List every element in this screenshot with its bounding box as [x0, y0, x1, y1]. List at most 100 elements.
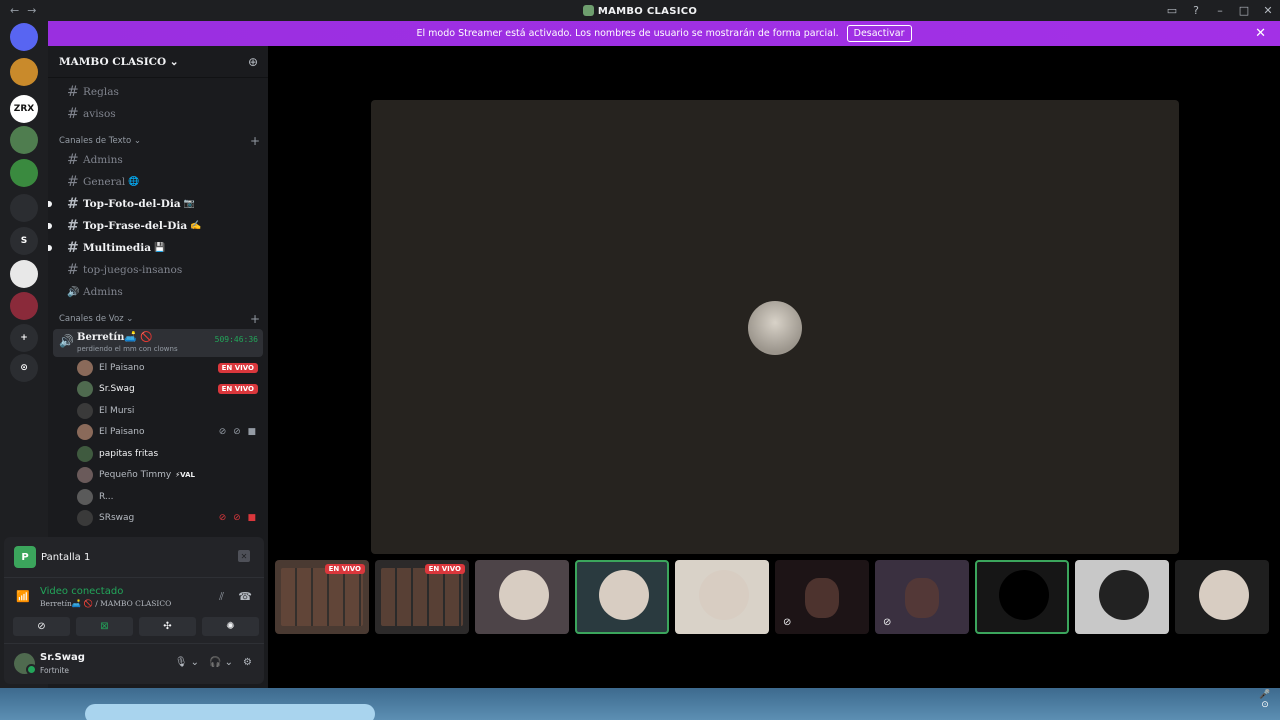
- participant-tile[interactable]: [575, 560, 669, 634]
- participant-tile[interactable]: [1175, 560, 1269, 634]
- window-title: MAMBO CLASICO: [0, 4, 1280, 17]
- avatar[interactable]: [14, 653, 37, 675]
- activity-tag: ⚡VAL: [175, 471, 196, 480]
- server-icon[interactable]: [10, 260, 38, 288]
- channel-name: Admins: [83, 154, 123, 166]
- channel-name: Reglas: [83, 86, 119, 98]
- channel-item[interactable]: # Top-Foto-del-Dia 📷: [48, 193, 262, 215]
- headset-icon[interactable]: 🎧 ⌄: [209, 657, 233, 668]
- channel-emoji: 💾: [154, 243, 166, 253]
- channel-item[interactable]: # General 🌐: [54, 171, 262, 193]
- voice-user[interactable]: SRswag ⊘ ⊘ ■: [48, 508, 258, 530]
- screen-share-button[interactable]: ⊠: [76, 617, 133, 636]
- text-category[interactable]: Canales de Texto ⌄ +: [48, 133, 268, 149]
- stop-stream-icon[interactable]: ✕: [238, 550, 250, 562]
- disable-streamer-button[interactable]: Desactivar: [846, 25, 912, 42]
- server-icon[interactable]: [10, 194, 38, 222]
- server-icon[interactable]: [10, 292, 38, 320]
- invite-icon[interactable]: ⊕: [248, 55, 258, 69]
- participant-avatar: [599, 570, 649, 620]
- server-icon[interactable]: S: [10, 227, 38, 255]
- add-text-channel-icon[interactable]: +: [250, 134, 260, 148]
- server-icon[interactable]: [10, 23, 38, 51]
- banner-close-icon[interactable]: ✕: [1255, 26, 1266, 41]
- voice-user[interactable]: El Mursi: [48, 400, 258, 422]
- voice-user[interactable]: El Paisano EN VIVO: [48, 357, 258, 379]
- participant-tile[interactable]: ⊘: [875, 560, 969, 634]
- desktop-pill: [85, 704, 375, 720]
- voice-user[interactable]: El Paisano ⊘ ⊘ ■: [48, 422, 258, 444]
- channel-name: Top-Frase-del-Dia: [83, 220, 188, 232]
- live-badge[interactable]: EN VIVO: [217, 362, 258, 373]
- settings-icon[interactable]: ⚙: [243, 657, 252, 668]
- participant-tile[interactable]: EN VIVO: [275, 560, 369, 634]
- channel-emoji: ✍: [190, 221, 202, 231]
- voice-category[interactable]: Canales de Voz ⌄ +: [48, 311, 268, 327]
- channel-item[interactable]: # Reglas: [54, 81, 262, 103]
- channel-item[interactable]: # avisos: [54, 103, 262, 125]
- activities-button[interactable]: ✣: [139, 617, 196, 636]
- camera-button[interactable]: ⊘: [13, 617, 70, 636]
- voice-user-name: El Paisano: [99, 427, 145, 438]
- voice-user[interactable]: papitas fritas: [48, 443, 258, 465]
- avatar: [77, 424, 93, 441]
- server-header[interactable]: MAMBO CLASICO ⌄ ⊕: [48, 46, 268, 78]
- add-voice-channel-icon[interactable]: +: [250, 312, 260, 326]
- signal-icon[interactable]: 📶: [16, 590, 30, 603]
- voice-user[interactable]: Sr.Swag EN VIVO: [48, 379, 258, 401]
- live-badge: EN VIVO: [324, 564, 365, 574]
- unread-indicator: [48, 245, 52, 251]
- text-category-label[interactable]: Canales de Texto ⌄: [59, 136, 141, 146]
- noise-suppression-icon[interactable]: ⫽: [219, 590, 224, 604]
- minimize-button[interactable]: –: [1208, 0, 1232, 21]
- muted-icon: ⊘: [783, 617, 792, 628]
- server-icon[interactable]: [10, 58, 38, 86]
- voice-user[interactable]: Pequeño Timmy ⚡VAL: [48, 465, 258, 487]
- soundboard-button[interactable]: ✺: [202, 617, 259, 636]
- channel-item[interactable]: # Top-Frase-del-Dia ✍: [48, 215, 262, 237]
- server-icon[interactable]: [10, 126, 38, 154]
- help-icon[interactable]: ?: [1184, 0, 1208, 21]
- maximize-button[interactable]: □: [1232, 0, 1256, 21]
- channel-name: Admins: [83, 286, 123, 298]
- voice-connected-subtitle[interactable]: Berretín🛋️ 🚫 / MAMBO CLASICO: [40, 599, 171, 608]
- focused-participant-tile[interactable]: [371, 100, 1179, 554]
- live-badge: EN VIVO: [424, 564, 465, 574]
- participant-tile[interactable]: [475, 560, 569, 634]
- voice-category-label[interactable]: Canales de Voz ⌄: [59, 314, 133, 324]
- user-panel: Sr.Swag Fortnite 🎙 ⌄ 🎧 ⌄ ⚙: [4, 643, 264, 684]
- server-name[interactable]: MAMBO CLASICO ⌄: [59, 56, 179, 68]
- inbox-icon[interactable]: ▭: [1160, 0, 1184, 21]
- live-badge[interactable]: EN VIVO: [217, 384, 258, 395]
- participant-tile[interactable]: ⊘: [775, 560, 869, 634]
- voice-stage: EN VIVO EN VIVO ⊘ ⊘: [268, 46, 1280, 688]
- server-icon[interactable]: [10, 159, 38, 187]
- channel-item[interactable]: # top-juegos-insanos: [54, 259, 262, 281]
- voice-user-name: El Mursi: [99, 405, 135, 416]
- voice-user-name: Pequeño Timmy: [99, 470, 172, 481]
- username[interactable]: Sr.Swag: [40, 652, 85, 663]
- forward-icon[interactable]: →: [27, 4, 36, 17]
- back-icon[interactable]: ←: [10, 4, 19, 17]
- channel-item[interactable]: # Admins: [54, 149, 262, 171]
- close-button[interactable]: ✕: [1256, 0, 1280, 21]
- participant-tile[interactable]: EN VIVO: [375, 560, 469, 634]
- channel-item[interactable]: 🔊 Admins: [54, 281, 262, 303]
- voice-connected-title[interactable]: Video conectado: [40, 586, 123, 597]
- disconnect-icon[interactable]: ☎: [238, 590, 252, 603]
- participant-tile[interactable]: [1075, 560, 1169, 634]
- stream-label: Pantalla 1: [41, 551, 91, 563]
- voice-user[interactable]: R...: [48, 486, 258, 508]
- channel-item[interactable]: # Multimedia 💾: [48, 237, 262, 259]
- participant-tile[interactable]: [675, 560, 769, 634]
- server-icon[interactable]: ZRX: [10, 95, 38, 123]
- mic-icon[interactable]: 🎙 ⌄: [175, 657, 199, 668]
- voice-user-name: Sr.Swag: [99, 384, 135, 395]
- voice-channel-berretin[interactable]: 🔊 Berretín🛋️ 🚫 perdiendo el mm con clown…: [53, 329, 263, 357]
- server-icon[interactable]: ⊙: [10, 354, 38, 382]
- speaker-icon: 🔊: [59, 334, 74, 348]
- server-icon[interactable]: +: [10, 324, 38, 352]
- system-tray[interactable]: 🎤 ⊙: [1254, 690, 1276, 720]
- participant-tile[interactable]: [975, 560, 1069, 634]
- voice-user-name: El Paisano: [99, 362, 145, 373]
